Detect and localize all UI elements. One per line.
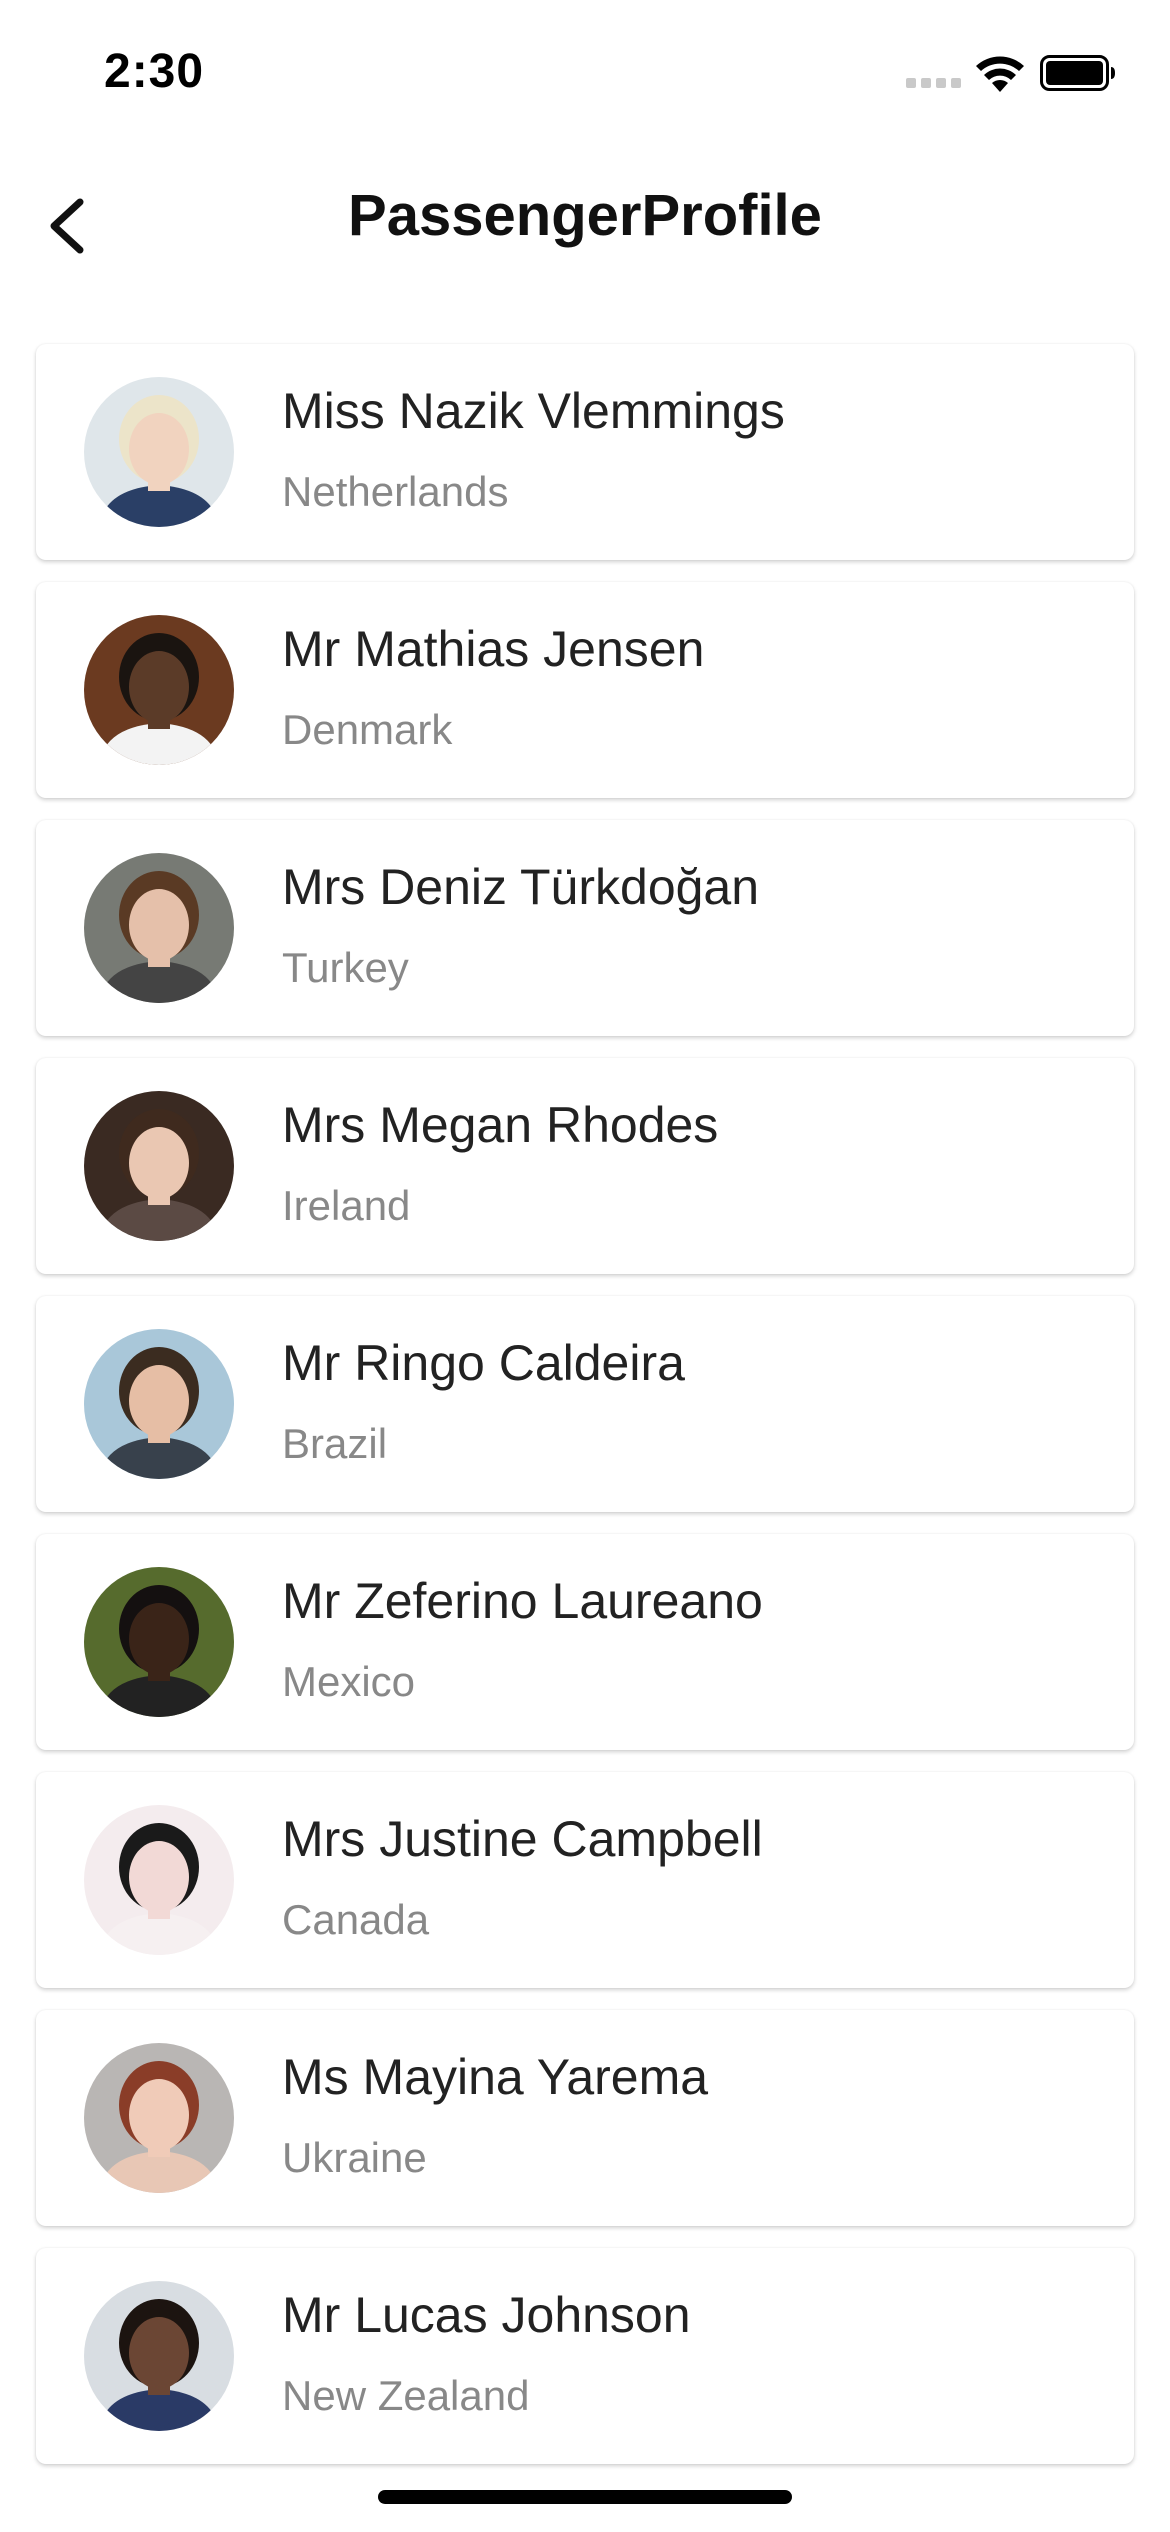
avatar bbox=[84, 1567, 234, 1717]
avatar bbox=[84, 1805, 234, 1955]
passenger-name: Mr Ringo Caldeira bbox=[282, 1335, 685, 1391]
passenger-name: Mrs Deniz Türkdoğan bbox=[282, 859, 760, 915]
home-indicator bbox=[378, 2490, 792, 2504]
passenger-country: Canada bbox=[282, 1896, 430, 1943]
passenger-name: Mrs Justine Campbell bbox=[282, 1811, 763, 1867]
page-title: PassengerProfile bbox=[348, 183, 822, 248]
passenger-country: Brazil bbox=[282, 1420, 388, 1467]
cellular-signal-icon bbox=[906, 78, 962, 92]
passenger-country: Denmark bbox=[282, 706, 453, 753]
passenger-country: Ukraine bbox=[282, 2134, 427, 2181]
wifi-icon bbox=[976, 56, 1024, 92]
passenger-name: Mr Zeferino Laureano bbox=[282, 1573, 763, 1629]
battery-icon bbox=[1040, 55, 1115, 91]
passenger-card[interactable]: Mr Mathias Jensen Denmark bbox=[36, 582, 1134, 798]
passenger-card[interactable]: Mrs Justine Campbell Canada bbox=[36, 1772, 1134, 1988]
passenger-name: Ms Mayina Yarema bbox=[282, 2049, 709, 2105]
avatar bbox=[84, 853, 234, 1003]
passenger-card[interactable]: Mrs Megan Rhodes Ireland bbox=[36, 1058, 1134, 1274]
passenger-country: Mexico bbox=[282, 1658, 416, 1705]
passenger-card[interactable]: Mr Lucas Johnson New Zealand bbox=[36, 2248, 1134, 2464]
avatar bbox=[84, 615, 234, 765]
passenger-card[interactable]: Mr Zeferino Laureano Mexico bbox=[36, 1534, 1134, 1750]
passenger-card[interactable]: Mrs Deniz Türkdoğan Turkey bbox=[36, 820, 1134, 1036]
avatar bbox=[84, 2281, 234, 2431]
passenger-name: Mrs Megan Rhodes bbox=[282, 1097, 719, 1153]
passenger-card[interactable]: Mr Ringo Caldeira Brazil bbox=[36, 1296, 1134, 1512]
avatar bbox=[84, 1091, 234, 1241]
passenger-country: Turkey bbox=[282, 944, 409, 991]
passenger-name: Miss Nazik Vlemmings bbox=[282, 383, 785, 439]
passenger-card[interactable]: Ms Mayina Yarema Ukraine bbox=[36, 2010, 1134, 2226]
passenger-country: New Zealand bbox=[282, 2372, 530, 2419]
status-bar: 2:30 bbox=[0, 0, 1170, 150]
avatar bbox=[84, 1329, 234, 1479]
passenger-country: Netherlands bbox=[282, 468, 509, 515]
avatar bbox=[84, 377, 234, 527]
passenger-card[interactable]: Miss Nazik Vlemmings Netherlands bbox=[36, 344, 1134, 560]
passenger-name: Mr Mathias Jensen bbox=[282, 621, 705, 677]
navigation-bar: PassengerProfile bbox=[0, 160, 1170, 280]
avatar bbox=[84, 2043, 234, 2193]
status-time: 2:30 bbox=[104, 45, 205, 98]
screen: 2:30 PassengerProfile Miss Nazik Vlemmin… bbox=[0, 0, 1170, 2532]
passenger-name: Mr Lucas Johnson bbox=[282, 2287, 691, 2343]
passenger-country: Ireland bbox=[282, 1182, 411, 1229]
